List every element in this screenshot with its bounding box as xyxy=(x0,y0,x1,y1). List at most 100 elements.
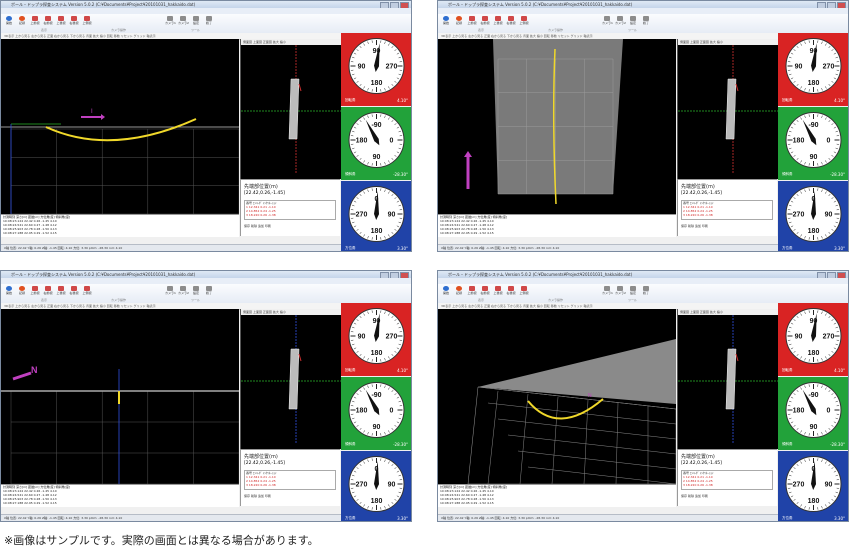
3d-view[interactable]: I xyxy=(1,39,239,214)
ribbon-button[interactable]: 上前視 xyxy=(30,286,40,298)
side-view-toolbar[interactable]: 側面図 上面図 正面図 拡大 縮小 xyxy=(241,309,341,315)
ribbon-button[interactable]: 右前視 xyxy=(480,16,490,28)
3d-view[interactable]: N xyxy=(1,309,239,484)
ribbon-button[interactable]: 上側視 xyxy=(82,16,92,28)
ribbon-button[interactable]: 設定 xyxy=(628,16,638,28)
side-view[interactable]: 側面図 上面図 正面図 拡大 縮小 xyxy=(677,309,778,449)
gauge-label: 傾斜角 xyxy=(782,442,793,446)
ribbon-group-label: 表示 xyxy=(478,28,485,32)
gauge-bottom-label: 180 xyxy=(808,228,820,235)
ribbon-button[interactable]: カメラ2 xyxy=(178,16,189,28)
ribbon-button[interactable]: 上前視 xyxy=(467,16,477,28)
side-view[interactable]: 側面図 上面図 正面図 拡大 縮小 xyxy=(240,309,341,449)
ribbon-button[interactable]: 終了 xyxy=(641,286,651,298)
title-bar[interactable]: ポール・ドップラ探査システム Version 5.0.2 (C:¥Documen… xyxy=(438,271,848,279)
ribbon-button[interactable]: 開始 xyxy=(441,16,451,28)
position-table: 番号 ｴﾝｺｰﾀﾞ ｲﾝｸﾘﾈｰｼｮﾝ 1 12.341 0.21 -1.10 2 … xyxy=(681,470,773,490)
ribbon-button[interactable]: 上側視 xyxy=(519,16,529,28)
3d-view[interactable] xyxy=(438,39,676,214)
ribbon-group-label: カメラ操作 xyxy=(548,298,564,302)
ribbon-button[interactable]: 記録 xyxy=(454,286,464,298)
gauge-label: 回転角 xyxy=(782,98,793,102)
ribbon-button[interactable]: 記録 xyxy=(454,16,464,28)
side-view[interactable]: 側面図 上面図 正面図 拡大 縮小 xyxy=(240,39,341,179)
title-bar[interactable]: ポール・ドップラ探査システム Version 5.0.2 (C:¥Documen… xyxy=(438,1,848,9)
ribbon-button[interactable]: 右前視 xyxy=(480,286,490,298)
ribbon-button[interactable]: 上後視 xyxy=(493,286,503,298)
position-actions[interactable]: 保存 削除 追加 印刷 xyxy=(244,224,271,228)
gauge-left-label: 180 xyxy=(356,408,368,415)
ribbon-button[interactable]: カメラ1 xyxy=(602,16,613,28)
side-view-toolbar[interactable]: 側面図 上面図 正面図 拡大 縮小 xyxy=(678,39,778,45)
ribbon-button[interactable]: 上後視 xyxy=(56,286,66,298)
table-row[interactable]: 3 18.220 0.26 -1.38 xyxy=(683,213,772,217)
title-bar[interactable]: ポール・ドップラ探査システム Version 5.0.2 (C:¥Documen… xyxy=(1,271,411,279)
position-value: [22.42,0.26,-1.45] xyxy=(681,191,722,196)
ribbon-button[interactable]: 右前視 xyxy=(43,286,53,298)
table-row[interactable]: 3 18.220 0.26 -1.38 xyxy=(246,213,335,217)
gauge-top-label: -90 xyxy=(808,122,818,129)
table-row[interactable]: 3 18.220 0.26 -1.38 xyxy=(683,483,772,487)
ribbon-group-label: カメラ操作 xyxy=(111,298,127,302)
gauge-value: 3.30° xyxy=(834,516,845,521)
position-actions[interactable]: 保存 削除 追加 印刷 xyxy=(681,224,708,228)
position-actions[interactable]: 保存 削除 追加 印刷 xyxy=(244,494,271,498)
ribbon-button[interactable]: 設定 xyxy=(191,286,201,298)
ribbon-button[interactable]: 終了 xyxy=(641,16,651,28)
ribbon-button[interactable]: 開始 xyxy=(441,286,451,298)
gauge-right-label: 270 xyxy=(386,64,398,71)
side-view[interactable]: 側面図 上面図 正面図 拡大 縮小 xyxy=(677,39,778,179)
ribbon-button[interactable]: 設定 xyxy=(191,16,201,28)
ribbon-button[interactable]: 記録 xyxy=(17,286,27,298)
ribbon-button[interactable]: 終了 xyxy=(204,286,214,298)
heading-gauge: 0 180 270 90 方位角 3.30° xyxy=(778,181,848,251)
ribbon-group-label: 表示 xyxy=(41,298,48,302)
data-log-row[interactable]: 10:08:27.188 22.95 0.29 -1.52 4.15 xyxy=(438,231,676,235)
ribbon-button[interactable]: カメラ1 xyxy=(165,286,176,298)
ribbon-button[interactable]: カメラ2 xyxy=(178,286,189,298)
data-log-row[interactable]: 10:08:27.188 22.95 0.29 -1.52 4.15 xyxy=(1,231,239,235)
ribbon-button[interactable]: 上側視 xyxy=(519,286,529,298)
gauge-right-label: 90 xyxy=(388,482,396,489)
gauge-right-label: 0 xyxy=(390,408,394,415)
ribbon-button[interactable]: 設定 xyxy=(628,286,638,298)
position-value: [22.42,0.26,-1.45] xyxy=(244,461,285,466)
ribbon-button[interactable]: 開始 xyxy=(4,286,14,298)
ribbon-button[interactable]: 右後視 xyxy=(506,286,516,298)
ribbon-button[interactable]: 上後視 xyxy=(56,16,66,28)
ribbon-button[interactable]: カメラ2 xyxy=(615,286,626,298)
ribbon-button[interactable]: 記録 xyxy=(17,16,27,28)
gauge-value: -28.30° xyxy=(830,442,845,447)
table-row[interactable]: 3 18.220 0.26 -1.38 xyxy=(246,483,335,487)
side-view-toolbar[interactable]: 側面図 上面図 正面図 拡大 縮小 xyxy=(678,309,778,315)
ribbon-button[interactable]: 上側視 xyxy=(82,286,92,298)
gauge-top-label: -90 xyxy=(808,392,818,399)
ribbon-button[interactable]: 上後視 xyxy=(493,16,503,28)
gauge-value: 4.10° xyxy=(834,98,845,103)
ribbon-button[interactable]: カメラ1 xyxy=(602,286,613,298)
ribbon-button[interactable]: 右後視 xyxy=(506,16,516,28)
ribbon-group-label: ツール xyxy=(191,298,201,302)
status-left: X軸 位置: 22.42 Y軸: 0.26 Z軸: -1.45 回転: 4.10… xyxy=(441,516,560,520)
position-label: 先端部位置(m) xyxy=(244,454,278,460)
3d-view[interactable]: N xyxy=(438,309,676,484)
title-bar[interactable]: ポール・ドップラ探査システム Version 5.0.2 (C:¥Documen… xyxy=(1,1,411,9)
ribbon-button[interactable]: 右前視 xyxy=(43,16,53,28)
ribbon-button[interactable]: 終了 xyxy=(204,16,214,28)
data-log-row[interactable]: 10:08:27.188 22.95 0.29 -1.52 4.15 xyxy=(1,501,239,505)
ribbon-button[interactable]: 右後視 xyxy=(69,286,79,298)
ribbon-button[interactable]: 開始 xyxy=(4,16,14,28)
window-title: ポール・ドップラ探査システム Version 5.0.2 (C:¥Documen… xyxy=(448,2,633,7)
ribbon-button[interactable]: カメラ1 xyxy=(165,16,176,28)
data-log-row[interactable]: 10:08:27.188 22.95 0.29 -1.52 4.15 xyxy=(438,501,676,505)
position-actions[interactable]: 保存 削除 追加 印刷 xyxy=(681,494,708,498)
ribbon-button[interactable]: 右後視 xyxy=(69,16,79,28)
ribbon-button[interactable]: カメラ2 xyxy=(615,16,626,28)
ribbon-button[interactable]: 上前視 xyxy=(467,286,477,298)
gauge-bottom-label: 90 xyxy=(810,154,818,161)
app-window-v2: ポール・ドップラ探査システム Version 5.0.2 (C:¥Documen… xyxy=(437,0,849,252)
status-left: X軸 位置: 22.42 Y軸: 0.26 Z軸: -1.45 回転: 4.10… xyxy=(4,246,123,250)
side-view-toolbar[interactable]: 側面図 上面図 正面図 拡大 縮小 xyxy=(241,39,341,45)
ribbon-button[interactable]: 上前視 xyxy=(30,16,40,28)
gauge-right-label: 0 xyxy=(827,408,831,415)
